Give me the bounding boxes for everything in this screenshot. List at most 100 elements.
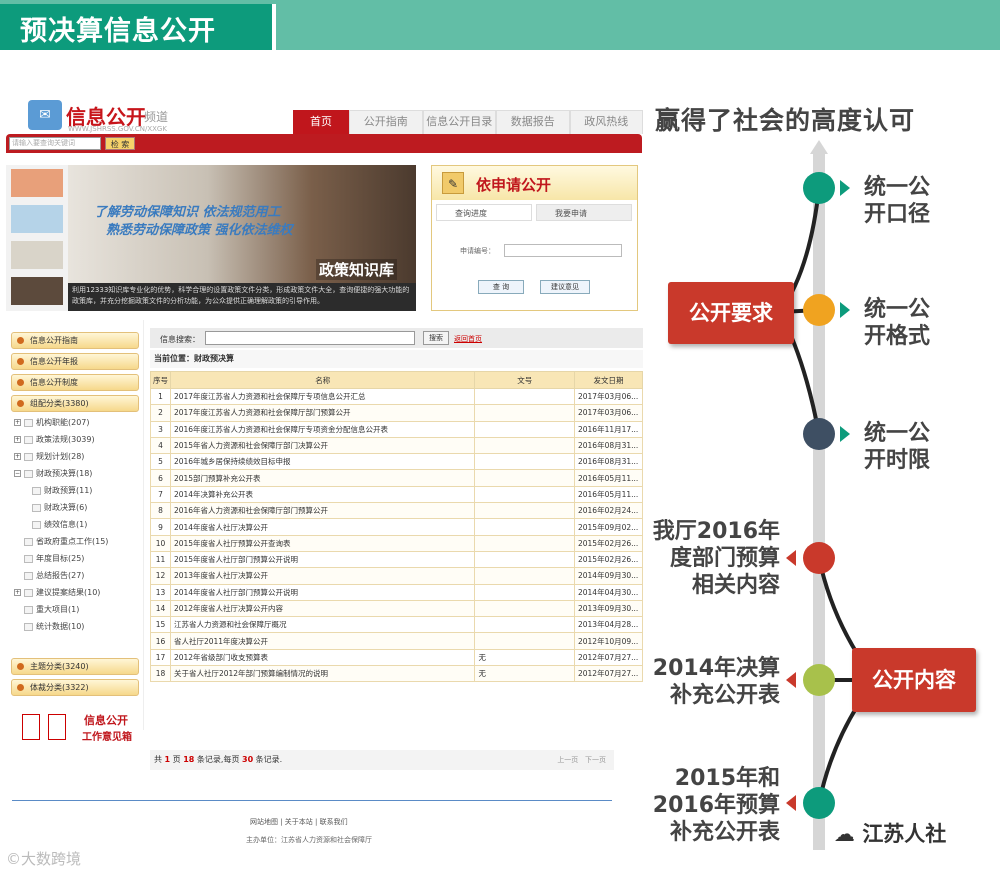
back-home-link[interactable]: 返回首页 — [454, 334, 482, 344]
cell-name[interactable]: 2014年度省人社厅决算公开 — [169, 518, 476, 536]
cell-name[interactable]: 2016年省人力资源和社会保障厅部门预算公开 — [169, 502, 476, 520]
cell-date: 2014年09月30... — [573, 567, 644, 585]
table-row[interactable]: 18 关于省人社厅2012年部门预算编制情况的说明无 2012年07月27... — [150, 665, 644, 683]
table-row[interactable]: 8 2016年省人力资源和社会保障厅部门预算公开 2016年02月24... — [150, 502, 644, 520]
tree-item[interactable]: + 建议提案结果(10) — [14, 587, 100, 598]
tree-item[interactable]: + 政策法规(3039) — [14, 434, 95, 445]
nav-catalog[interactable]: 信息公开目录 — [422, 110, 496, 134]
table-row[interactable]: 3 2016年度江苏省人力资源和社会保障厅专项资金分配信息公开表 2016年11月1… — [150, 420, 644, 438]
table-row[interactable]: 11 2015年度省人社厅部门预算公开说明 2015年02月26... — [150, 550, 644, 569]
arrow-right-icon — [840, 180, 850, 196]
cell-name[interactable]: 2014年度省人社厅部门预算公开说明 — [169, 583, 476, 601]
feedback-subtitle: 工作意见箱 — [82, 732, 132, 743]
content-search-input[interactable] — [205, 331, 415, 345]
table-row[interactable]: 2 2017年度江苏省人力资源和社会保障厅部门预算公开 2017年03月06... — [150, 404, 644, 422]
table-row[interactable]: 5 2016年城乡居保持续绩效目标申报 2016年08月31... — [150, 453, 644, 471]
table-row[interactable]: 4 2015年省人力资源和社会保障厅部门决算公开 2016年08月31... — [150, 436, 644, 455]
table-row[interactable]: 6 2015部门预算补充公开表 2016年05月11... — [150, 469, 644, 487]
cell-index: 15 — [150, 616, 171, 634]
menu-topic[interactable]: 主题分类(3240) — [11, 658, 139, 675]
cell-name[interactable]: 2012年度省人社厅决算公开内容 — [169, 599, 476, 618]
wechat-logo: ☁ 江苏人社 — [834, 822, 947, 846]
tree-item[interactable]: + 机构职能(207) — [14, 417, 90, 428]
tree-item[interactable]: 财政预算(11) — [32, 485, 92, 496]
col-name: 名称 — [169, 371, 476, 389]
table-row[interactable]: 12 2013年度省人社厅决算公开 2014年09月30... — [150, 567, 644, 585]
cell-name[interactable]: 2015年度省人社厅预算公开查询表 — [169, 534, 476, 552]
nav-hotline[interactable]: 政风热线 — [569, 110, 643, 134]
apply-number-input[interactable] — [504, 244, 622, 257]
cell-name[interactable]: 2013年度省人社厅决算公开 — [169, 567, 476, 585]
cell-name[interactable]: 2015年度省人社厅部门预算公开说明 — [169, 550, 476, 569]
menu-genre[interactable]: 体裁分类(3322) — [11, 679, 139, 696]
table-row[interactable]: 10 2015年度省人社厅预算公开查询表 2015年02月26... — [150, 534, 644, 552]
tab-query-progress[interactable]: 查询进度 — [436, 204, 532, 221]
thumb-image[interactable] — [11, 169, 63, 197]
cell-name[interactable]: 2015部门预算补充公开表 — [169, 469, 476, 487]
menu-system[interactable]: 信息公开制度 — [11, 374, 139, 391]
cell-name[interactable]: 2014年决算补充公开表 — [169, 485, 476, 504]
suggestion-button[interactable]: 建议意见 — [540, 280, 590, 294]
thumb-image[interactable] — [11, 277, 63, 305]
search-button[interactable]: 检 索 — [105, 137, 135, 150]
cell-name[interactable]: 2015年省人力资源和社会保障厅部门决算公开 — [169, 436, 476, 455]
breadcrumb: 当前位置：财政预决算 — [150, 350, 643, 368]
cell-name[interactable]: 2017年度江苏省人力资源和社会保障厅部门预算公开 — [169, 404, 476, 422]
timeline-node — [803, 172, 835, 204]
arrow-left-icon — [786, 795, 796, 811]
cell-name[interactable]: 2016年度江苏省人力资源和社会保障厅专项资金分配信息公开表 — [169, 420, 476, 438]
cell-name[interactable]: 2012年省级部门收支预算表 — [169, 648, 476, 667]
tree-item[interactable]: 统计数据(10) — [24, 621, 84, 632]
feedback-box-banner[interactable]: 信息公开 工作意见箱 — [14, 710, 149, 748]
cell-index: 5 — [150, 453, 171, 471]
cell-doc-number — [474, 616, 575, 634]
keyword-input[interactable]: 请输入要查询关键词 — [9, 137, 101, 150]
cell-date: 2014年04月30... — [573, 583, 644, 601]
table-row[interactable]: 9 2014年度省人社厅决算公开 2015年09月02... — [150, 518, 644, 536]
tree-item[interactable]: 年度目标(25) — [24, 553, 84, 564]
hero-thumbnails — [6, 165, 68, 311]
next-page-link[interactable]: 下一页 — [585, 756, 606, 764]
tree-item[interactable]: 重大项目(1) — [24, 604, 79, 615]
footer-links[interactable]: 网站地图 | 关于本站 | 联系我们 — [250, 817, 348, 827]
menu-guide[interactable]: 信息公开指南 — [11, 332, 139, 349]
feedback-icon — [22, 714, 40, 740]
tree-item[interactable]: 绩效信息(1) — [32, 519, 87, 530]
table-row[interactable]: 16 省人社厅2011年度决算公开 2012年10月09... — [150, 632, 644, 650]
timeline-node — [803, 294, 835, 326]
tree-item[interactable]: 财政决算(6) — [32, 502, 87, 513]
menu-category[interactable]: 组配分类(3380) — [11, 395, 139, 412]
prev-page-link[interactable]: 上一页 — [557, 756, 578, 764]
nav-guide[interactable]: 公开指南 — [349, 110, 423, 134]
table-row[interactable]: 17 2012年省级部门收支预算表无 2012年07月27... — [150, 648, 644, 667]
table-row[interactable]: 13 2014年度省人社厅部门预算公开说明 2014年04月30... — [150, 583, 644, 601]
menu-annual-report[interactable]: 信息公开年报 — [11, 353, 139, 370]
tree-item[interactable]: + 规划计划(28) — [14, 451, 84, 462]
content-search-button[interactable]: 搜索 — [423, 331, 449, 345]
table-row[interactable]: 14 2012年度省人社厅决算公开内容 2013年09月30... — [150, 599, 644, 618]
thumb-image[interactable] — [11, 205, 63, 233]
site-url: WWW.JSHRSS.GOV.CN/XXGK — [68, 125, 167, 133]
banner-title: 预决算信息公开 — [20, 16, 216, 47]
cell-name[interactable]: 2017年度江苏省人力资源和社会保障厅专项信息公开汇总 — [169, 387, 476, 406]
label-2014-final: 2014年决算 补充公开表 — [652, 656, 780, 708]
tree-item[interactable]: − 财政预决算(18) — [14, 468, 92, 479]
table-row[interactable]: 15 江苏省人力资源和社会保障厅概况 2013年04月28... — [150, 616, 644, 634]
nav-reports[interactable]: 数据报告 — [496, 110, 570, 134]
tab-apply[interactable]: 我要申请 — [536, 204, 632, 221]
col-index: 序号 — [150, 371, 171, 389]
feedback-title: 信息公开 — [84, 714, 128, 727]
cell-name[interactable]: 关于省人社厅2012年部门预算编制情况的说明 — [169, 665, 476, 683]
thumb-image[interactable] — [11, 241, 63, 269]
table-row[interactable]: 1 2017年度江苏省人力资源和社会保障厅专项信息公开汇总 2017年03月06..… — [150, 387, 644, 406]
table-row[interactable]: 7 2014年决算补充公开表 2016年05月11... — [150, 485, 644, 504]
cell-name[interactable]: 2016年城乡居保持续绩效目标申报 — [169, 453, 476, 471]
tree-item[interactable]: 省政府重点工作(15) — [24, 536, 108, 547]
query-button[interactable]: 查 询 — [478, 280, 524, 294]
cell-name[interactable]: 省人社厅2011年度决算公开 — [169, 632, 476, 650]
cell-name[interactable]: 江苏省人力资源和社会保障厅概况 — [169, 616, 476, 634]
website-screenshot: ✉ 信息公开 频道 WWW.JSHRSS.GOV.CN/XXGK 首页 公开指南… — [6, 95, 646, 875]
tree-item[interactable]: 总结报告(27) — [24, 570, 84, 581]
nav-home[interactable]: 首页 — [293, 110, 349, 134]
hero-banner[interactable]: 了解劳动保障知识 依法规范用工 熟悉劳动保障政策 强化依法维权 政策知识库 利用… — [6, 165, 416, 311]
